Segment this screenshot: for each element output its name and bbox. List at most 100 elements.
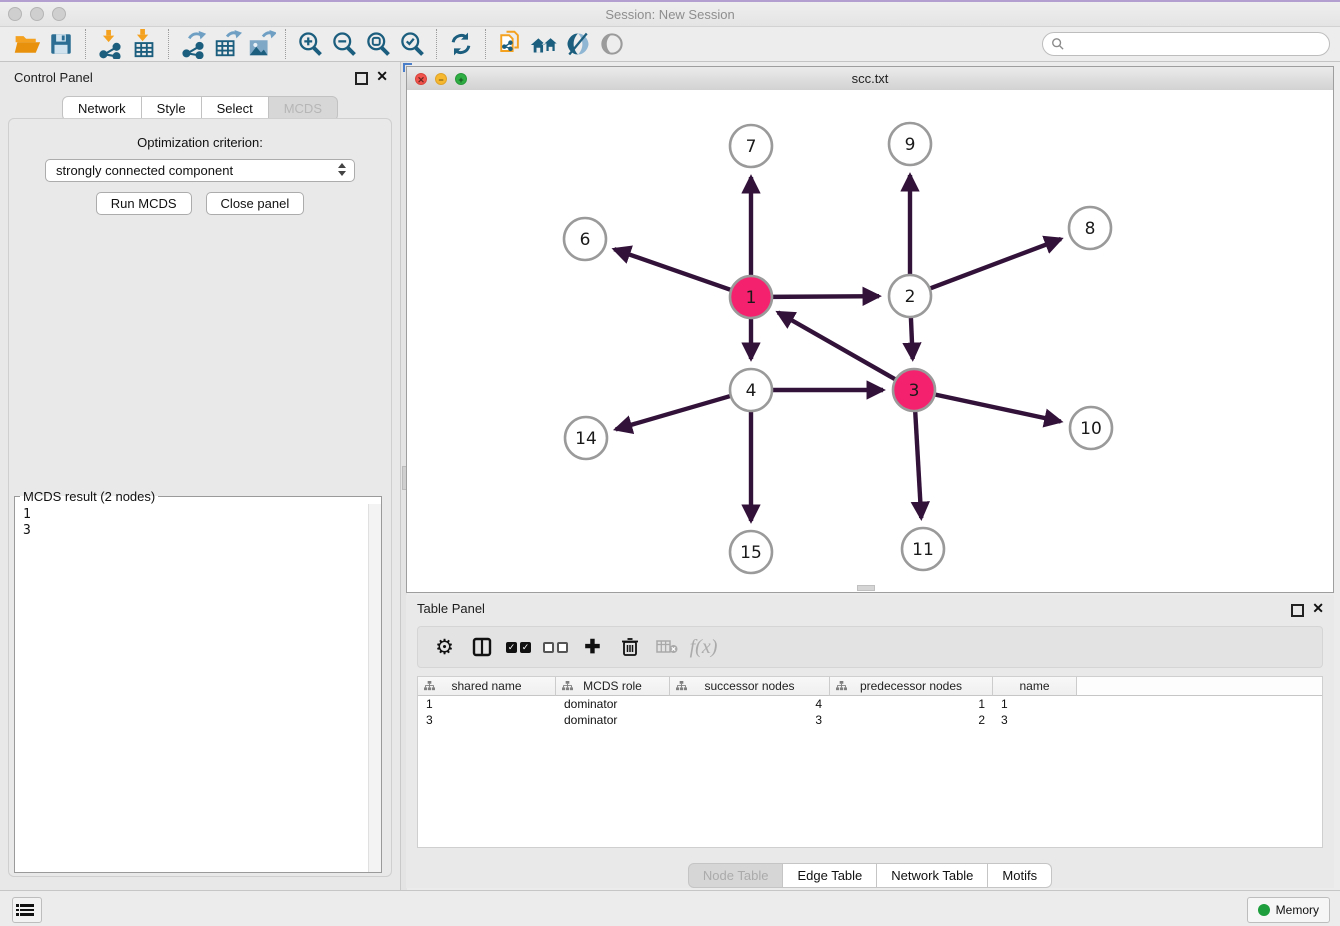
svg-text:7: 7 bbox=[746, 137, 757, 157]
column-header-predecessor-nodes[interactable]: predecessor nodes bbox=[830, 677, 993, 696]
graph-node-1[interactable]: 1 bbox=[730, 276, 772, 318]
node-table[interactable]: shared nameMCDS rolesuccessor nodesprede… bbox=[417, 676, 1323, 848]
toolbar-separator bbox=[168, 29, 169, 59]
graph-node-9[interactable]: 9 bbox=[889, 123, 931, 165]
cell-successor-nodes[interactable]: 4 bbox=[670, 696, 830, 712]
table-panel-title: Table Panel bbox=[417, 601, 485, 616]
graph-node-4[interactable]: 4 bbox=[730, 369, 772, 411]
column-header-MCDS-role[interactable]: MCDS role bbox=[556, 677, 670, 696]
edge-2-8[interactable] bbox=[928, 239, 1061, 289]
table-row[interactable]: 3dominator323 bbox=[418, 712, 1322, 728]
table-header-row: shared nameMCDS rolesuccessor nodesprede… bbox=[418, 677, 1322, 696]
cell-MCDS-role[interactable]: dominator bbox=[556, 696, 670, 712]
graph-node-3[interactable]: 3 bbox=[893, 369, 935, 411]
table-float-icon[interactable] bbox=[1291, 604, 1304, 617]
tab-edge-table[interactable]: Edge Table bbox=[783, 863, 877, 888]
network-graph[interactable]: 7 9 6 8 1 2 4 3 14 10 15 11 bbox=[407, 90, 1333, 592]
export-table-icon[interactable] bbox=[210, 29, 244, 59]
toolbar-separator bbox=[485, 29, 486, 59]
network-scroll-grip[interactable] bbox=[857, 585, 875, 591]
delete-column-icon[interactable] bbox=[611, 632, 648, 662]
zoom-out-icon[interactable] bbox=[327, 29, 361, 59]
svg-text:14: 14 bbox=[575, 429, 597, 449]
cell-MCDS-role[interactable]: dominator bbox=[556, 712, 670, 728]
column-header-shared-name[interactable]: shared name bbox=[418, 677, 556, 696]
svg-text:10: 10 bbox=[1080, 419, 1102, 439]
search-box[interactable] bbox=[1042, 32, 1330, 56]
tab-network-table[interactable]: Network Table bbox=[877, 863, 988, 888]
import-network-icon[interactable] bbox=[93, 29, 127, 59]
cell-name[interactable]: 1 bbox=[993, 696, 1077, 712]
graph-node-14[interactable]: 14 bbox=[565, 417, 607, 459]
table-panel: Table Panel ✕ ⚙ ✓✓ ✚ f(x) shared nameMCD… bbox=[406, 595, 1334, 888]
header-filler bbox=[1077, 677, 1322, 696]
table-close-icon[interactable]: ✕ bbox=[1312, 600, 1324, 617]
deselect-all-icon[interactable] bbox=[537, 632, 574, 662]
open-file-icon[interactable] bbox=[10, 29, 44, 59]
cell-name[interactable]: 3 bbox=[993, 712, 1077, 728]
copy-network-icon[interactable] bbox=[493, 29, 527, 59]
graph-node-6[interactable]: 6 bbox=[564, 218, 606, 260]
table-options-icon[interactable]: ⚙ bbox=[426, 632, 463, 662]
import-table-icon[interactable] bbox=[127, 29, 161, 59]
add-column-icon[interactable]: ✚ bbox=[574, 632, 611, 662]
close-panel-button[interactable]: Close panel bbox=[206, 192, 305, 215]
memory-status-icon bbox=[1258, 904, 1270, 916]
network-window-title: scc.txt bbox=[407, 71, 1333, 86]
export-network-icon[interactable] bbox=[176, 29, 210, 59]
tab-node-table[interactable]: Node Table bbox=[688, 863, 784, 888]
svg-text:3: 3 bbox=[909, 381, 920, 401]
edge-2-3[interactable] bbox=[911, 315, 913, 359]
first-neighbors-icon[interactable] bbox=[527, 29, 561, 59]
zoom-in-icon[interactable] bbox=[293, 29, 327, 59]
function-builder-icon: f(x) bbox=[685, 632, 722, 662]
search-input[interactable] bbox=[1070, 36, 1321, 52]
table-row[interactable]: 1dominator411 bbox=[418, 696, 1322, 712]
float-panel-icon[interactable] bbox=[355, 72, 368, 85]
memory-button[interactable]: Memory bbox=[1247, 897, 1330, 923]
window-title: Session: New Session bbox=[0, 7, 1340, 22]
column-header-successor-nodes[interactable]: successor nodes bbox=[670, 677, 830, 696]
zoom-selected-icon[interactable] bbox=[395, 29, 429, 59]
graph-node-15[interactable]: 15 bbox=[730, 531, 772, 573]
task-history-button[interactable] bbox=[12, 897, 42, 923]
network-window-titlebar[interactable]: ✕ − + scc.txt bbox=[407, 67, 1333, 91]
cell-successor-nodes[interactable]: 3 bbox=[670, 712, 830, 728]
cell-predecessor-nodes[interactable]: 1 bbox=[830, 696, 993, 712]
result-scrollbar[interactable] bbox=[368, 504, 381, 872]
cell-predecessor-nodes[interactable]: 2 bbox=[830, 712, 993, 728]
optimization-criterion-select[interactable]: strongly connected component bbox=[45, 159, 355, 182]
edge-1-6[interactable] bbox=[614, 249, 733, 291]
graph-node-8[interactable]: 8 bbox=[1069, 207, 1111, 249]
cell-shared-name[interactable]: 3 bbox=[418, 712, 556, 728]
zoom-fit-icon[interactable] bbox=[361, 29, 395, 59]
run-mcds-button[interactable]: Run MCDS bbox=[96, 192, 192, 215]
hide-selected-icon[interactable] bbox=[561, 29, 595, 59]
edge-4-14[interactable] bbox=[616, 395, 733, 429]
edge-1-2[interactable] bbox=[770, 296, 879, 297]
edge-3-10[interactable] bbox=[933, 394, 1061, 422]
svg-text:11: 11 bbox=[912, 540, 934, 560]
refresh-icon[interactable] bbox=[444, 29, 478, 59]
graph-node-10[interactable]: 10 bbox=[1070, 407, 1112, 449]
optimization-criterion-label: Optimization criterion: bbox=[9, 135, 391, 150]
save-session-icon[interactable] bbox=[44, 29, 78, 59]
edge-3-11[interactable] bbox=[915, 409, 921, 518]
graph-node-7[interactable]: 7 bbox=[730, 125, 772, 167]
svg-text:1: 1 bbox=[746, 288, 757, 308]
show-columns-icon[interactable] bbox=[463, 632, 500, 662]
select-all-icon[interactable]: ✓✓ bbox=[500, 632, 537, 662]
mcds-result-text[interactable]: 1 3 bbox=[15, 504, 369, 872]
graph-node-11[interactable]: 11 bbox=[902, 528, 944, 570]
tab-motifs[interactable]: Motifs bbox=[988, 863, 1052, 888]
column-header-name[interactable]: name bbox=[993, 677, 1077, 696]
show-graphics-details-icon[interactable] bbox=[595, 29, 629, 59]
graph-node-2[interactable]: 2 bbox=[889, 275, 931, 317]
mcds-result-box: MCDS result (2 nodes) 1 3 bbox=[14, 489, 382, 873]
svg-text:15: 15 bbox=[740, 543, 762, 563]
cell-shared-name[interactable]: 1 bbox=[418, 696, 556, 712]
mcds-result-legend: MCDS result (2 nodes) bbox=[20, 489, 158, 504]
export-image-icon[interactable] bbox=[244, 29, 278, 59]
close-panel-icon[interactable]: ✕ bbox=[376, 68, 388, 85]
edge-3-1[interactable] bbox=[778, 312, 898, 380]
